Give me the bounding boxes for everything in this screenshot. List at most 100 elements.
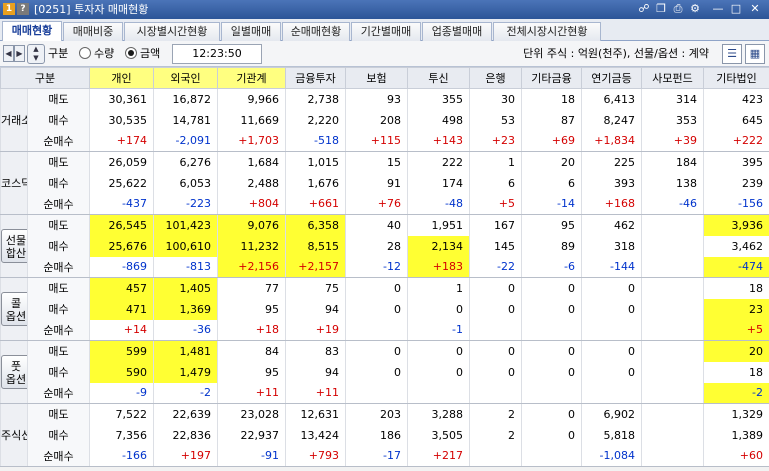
table-cell: 87 <box>521 109 582 131</box>
help-icon[interactable]: ? <box>17 3 29 15</box>
tab-period[interactable]: 기간별매매 <box>351 22 421 41</box>
group-button-line1: 콜 <box>10 297 22 310</box>
tab-sector[interactable]: 업종별매매 <box>422 22 492 41</box>
table-cell: 0 <box>407 298 470 320</box>
table-cell: 2,488 <box>217 172 286 194</box>
table-cell: 77 <box>217 277 286 299</box>
row-label: 매도 <box>27 214 90 236</box>
table-row: 순매수 -437 -223 +804 +661 +76 -48 +5 -14 +168 -46 -15… <box>1 193 769 215</box>
tab-daily[interactable]: 일별매매 <box>221 22 281 41</box>
table-cell: 2,220 <box>285 109 346 131</box>
table-cell: 0 <box>581 340 642 362</box>
table-cell: 0 <box>521 340 582 362</box>
table-cell: 0 <box>345 361 408 383</box>
column-header[interactable]: 투신 <box>407 67 470 89</box>
settings-icon[interactable]: ⚙ <box>688 2 702 16</box>
table-cell: +143 <box>407 130 470 152</box>
table-row: 선물합산↻매도26,545101,4239,0766,358401,951167… <box>0 214 769 278</box>
link-icon[interactable]: ☍ <box>637 2 651 16</box>
close-icon[interactable]: ✕ <box>748 2 762 16</box>
column-header[interactable]: 사모펀드 <box>641 67 704 89</box>
prev-arrow-icon[interactable]: ◀ <box>3 45 14 62</box>
column-header[interactable]: 구분 <box>0 67 90 89</box>
excel-icon[interactable]: ▦ <box>745 44 765 64</box>
copy-icon[interactable]: ❐ <box>654 2 668 16</box>
table-cell: -518 <box>285 130 346 152</box>
table-cell: +1,834 <box>581 130 642 152</box>
window-title: [0251] 투자자 매매현황 <box>34 3 149 16</box>
tab-trading-status[interactable]: 매매현황 <box>2 21 62 42</box>
table-cell: 0 <box>469 277 522 299</box>
table-cell: 186 <box>345 424 408 446</box>
table-cell: 2 <box>469 403 522 425</box>
table-cell: +174 <box>89 130 154 152</box>
maximize-icon[interactable]: □ <box>729 2 743 16</box>
minimize-icon[interactable]: — <box>711 2 725 16</box>
table-cell <box>641 340 704 362</box>
table-cell: -1,084 <box>581 445 642 467</box>
column-header[interactable]: 기관계 <box>217 67 286 89</box>
table-row: 순매수 +174 -2,091 +1,703 -518 +115 +143 +23 +69 +1,… <box>1 130 769 152</box>
table-cell: 0 <box>521 424 582 446</box>
table-cell: 222 <box>407 151 470 173</box>
radio-quantity[interactable] <box>79 47 91 59</box>
next-arrow-icon[interactable]: ▶ <box>14 45 25 62</box>
group-label[interactable]: 풋옵션↻ <box>0 340 28 404</box>
time-field[interactable]: 12:23:50 <box>172 44 262 64</box>
table-cell: 0 <box>521 403 582 425</box>
table-cell <box>641 214 704 236</box>
list-view-icon[interactable]: ☰ <box>722 44 742 64</box>
table-cell: 355 <box>407 88 470 110</box>
unit-text: 단위 주식 : 억원(천주), 선물/옵션 : 계약 <box>523 47 709 60</box>
table-cell: 7,522 <box>89 403 154 425</box>
tab-all-market-time[interactable]: 전체시장시간현황 <box>493 22 601 41</box>
group-label[interactable]: 콜옵션↻ <box>0 277 28 341</box>
column-header[interactable]: 개인 <box>89 67 154 89</box>
table-cell <box>469 382 522 404</box>
table-row: 코스닥매도26,0596,2761,6841,01515222120225184… <box>0 151 769 215</box>
group-button[interactable]: 콜옵션↻ <box>1 292 27 326</box>
tab-trading-ratio[interactable]: 매매비중 <box>63 22 123 41</box>
column-header[interactable]: 은행 <box>469 67 522 89</box>
column-header[interactable]: 기타법인 <box>703 67 769 89</box>
group-label[interactable]: 선물합산↻ <box>0 214 28 278</box>
table-cell: 95 <box>217 298 286 320</box>
column-header[interactable]: 금융투자 <box>285 67 346 89</box>
group-button[interactable]: 풋옵션↻ <box>1 355 27 389</box>
column-header[interactable]: 외국인 <box>153 67 218 89</box>
table-cell: 22,639 <box>153 403 218 425</box>
column-header[interactable]: 연기금등 <box>581 67 642 89</box>
table-cell: 0 <box>345 340 408 362</box>
table-cell: 6,902 <box>581 403 642 425</box>
radio-quantity-label[interactable]: 수량 <box>94 47 114 61</box>
column-header[interactable]: 보험 <box>345 67 408 89</box>
table-cell: 8,515 <box>285 235 346 257</box>
app-menu-icon[interactable]: 1 <box>3 3 15 15</box>
up-arrow-icon[interactable]: ▲ <box>28 45 44 54</box>
sort-stepper[interactable]: ▲ ▼ <box>27 44 45 64</box>
radio-amount[interactable] <box>125 47 137 59</box>
table-cell: +14 <box>89 319 154 341</box>
table-cell: 22,836 <box>153 424 218 446</box>
table-cell: +39 <box>641 130 704 152</box>
table-cell: 15 <box>345 151 408 173</box>
tab-net-trading[interactable]: 순매매현황 <box>282 22 350 41</box>
table-cell: +18 <box>217 319 286 341</box>
investor-trading-table: 구분개인외국인기관계금융투자보험투신은행기타금융연기금등사모펀드기타법인 거래소… <box>0 67 769 467</box>
print-icon[interactable]: ⎙ <box>671 2 685 16</box>
table-cell: 225 <box>581 151 642 173</box>
table-cell: 457 <box>89 277 154 299</box>
table-cell: +168 <box>581 193 642 215</box>
radio-amount-label[interactable]: 금액 <box>140 47 160 61</box>
table-cell: 94 <box>285 361 346 383</box>
table-cell: 2 <box>469 424 522 446</box>
column-header[interactable]: 기타금융 <box>521 67 582 89</box>
tab-market-time[interactable]: 시장별시간현황 <box>124 22 220 41</box>
group-button[interactable]: 선물합산↻ <box>1 229 27 263</box>
table-cell: 6,276 <box>153 151 218 173</box>
down-arrow-icon[interactable]: ▼ <box>28 54 44 63</box>
table-cell: 20 <box>703 340 769 362</box>
table-cell: 93 <box>345 88 408 110</box>
row-label: 순매수 <box>27 193 90 215</box>
table-cell: -36 <box>153 319 218 341</box>
